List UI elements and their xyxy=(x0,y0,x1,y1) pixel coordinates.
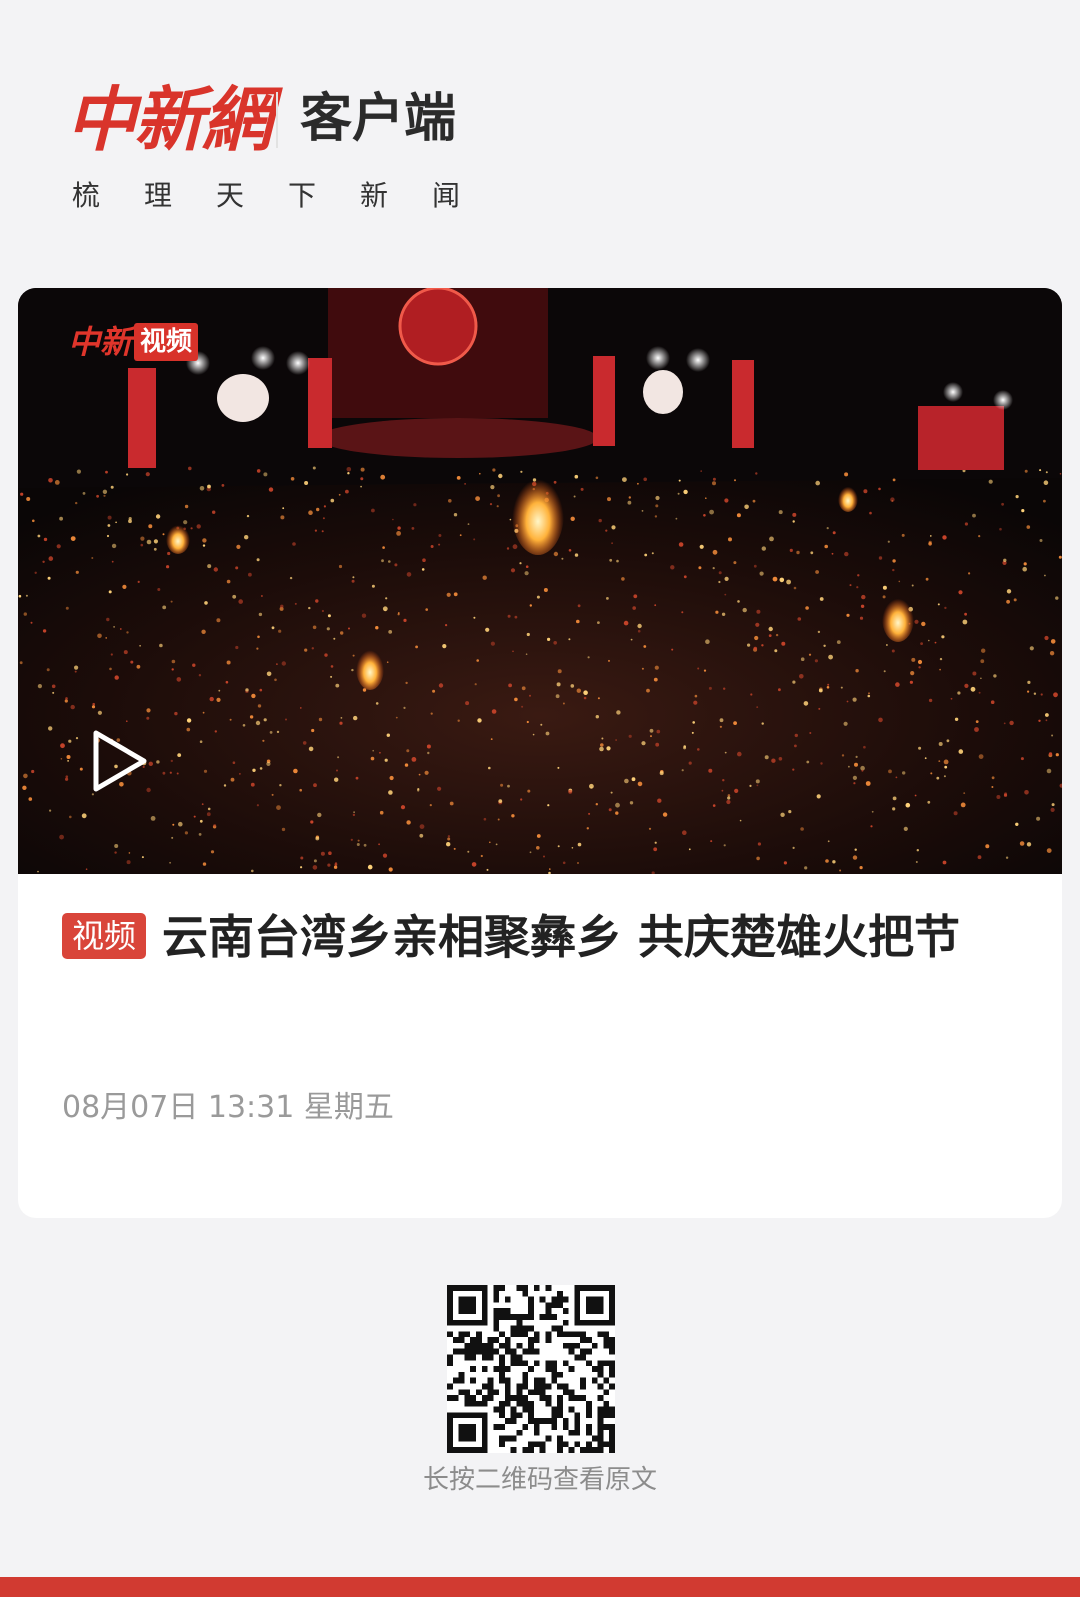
video-tag: 视频 xyxy=(62,913,147,959)
brand-logo: 中新網 xyxy=(66,78,272,161)
video-scene xyxy=(18,288,1062,874)
app-name: 客户端 xyxy=(300,89,457,149)
bottom-accent-bar xyxy=(0,1577,1080,1597)
news-headline[interactable]: 视频 云南台湾乡亲相聚彝乡 共庆楚雄火把节 xyxy=(62,900,1022,974)
qr-code[interactable] xyxy=(447,1285,615,1453)
logo-divider xyxy=(276,92,278,148)
headline-text: 云南台湾乡亲相聚彝乡 共庆楚雄火把节 xyxy=(162,910,961,964)
page-header: 中新網 客户端 梳理天下新闻 xyxy=(0,0,1080,260)
qr-caption: 长按二维码查看原文 xyxy=(422,1465,657,1495)
slogan: 梳理天下新闻 xyxy=(72,179,505,212)
news-card[interactable]: 中新 视频 视频 云南台湾乡亲相聚彝乡 共庆楚雄火把节 08月07日 13:31 … xyxy=(18,288,1062,1218)
play-icon[interactable] xyxy=(90,728,150,794)
video-watermark: 中新 视频 xyxy=(68,322,199,362)
video-watermark-logo: 中新 xyxy=(68,323,133,361)
publish-date: 08月07日 13:31 星期五 xyxy=(62,1090,394,1125)
video-watermark-label: 视频 xyxy=(134,323,199,361)
video-thumbnail[interactable]: 中新 视频 xyxy=(18,288,1062,874)
qr-code-image xyxy=(447,1285,615,1453)
